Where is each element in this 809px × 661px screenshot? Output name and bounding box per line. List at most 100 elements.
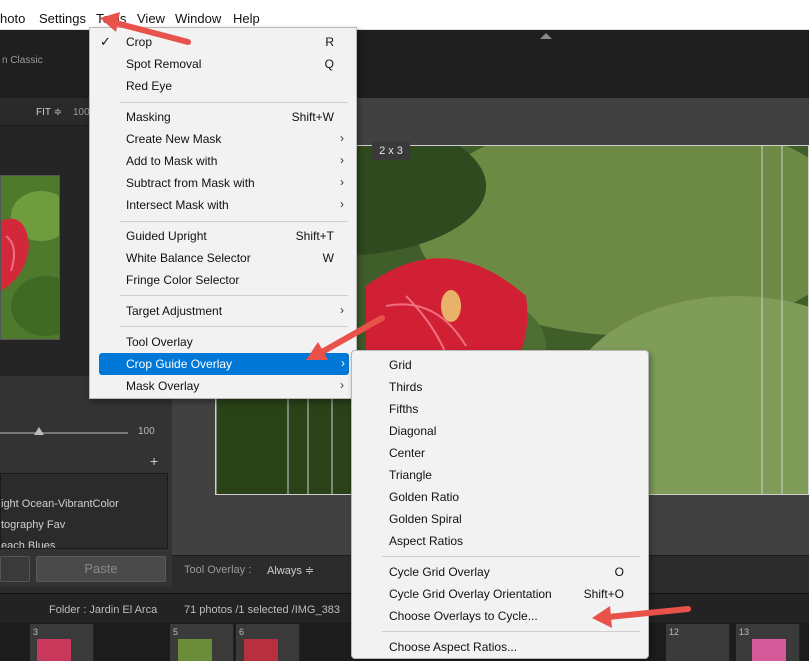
submenu-item-choose-overlays[interactable]: Choose Overlays to Cycle... xyxy=(352,605,648,627)
menu-item-shortcut: R xyxy=(325,35,334,49)
menu-item-label: Fringe Color Selector xyxy=(126,273,240,287)
menu-item-mask-overlay[interactable]: Mask Overlay › xyxy=(90,375,356,397)
submenu-item-choose-aspect-ratios[interactable]: Choose Aspect Ratios... xyxy=(352,636,648,658)
menu-view[interactable]: View xyxy=(137,11,165,26)
menu-item-create-new-mask[interactable]: Create New Mask › xyxy=(90,128,356,150)
navigator-zoom[interactable]: 100 xyxy=(73,107,90,118)
chevron-right-icon: › xyxy=(340,197,344,211)
copy-button[interactable] xyxy=(0,556,30,582)
plus-icon[interactable]: + xyxy=(150,453,158,469)
menu-item-guided-upright[interactable]: Guided Upright Shift+T xyxy=(90,225,356,247)
menu-tools[interactable]: Tools xyxy=(96,11,126,26)
menu-item-crop[interactable]: ✓ Crop R xyxy=(90,31,356,53)
filmstrip-folder[interactable]: Folder : Jardin El Arca xyxy=(49,604,157,616)
navigator-thumbnail[interactable] xyxy=(0,175,60,340)
slider-track[interactable] xyxy=(0,432,128,434)
collapse-top-panel-icon[interactable] xyxy=(540,33,552,39)
menu-item-label: Mask Overlay xyxy=(126,379,200,393)
preset-item[interactable]: each Blues xyxy=(1,540,55,548)
submenu-item-center[interactable]: Center xyxy=(352,442,648,464)
submenu-item-label: Thirds xyxy=(389,380,423,394)
submenu-item-grid[interactable]: Grid xyxy=(352,354,648,376)
submenu-item-label: Golden Spiral xyxy=(389,512,462,526)
menu-item-masking[interactable]: Masking Shift+W xyxy=(90,106,356,128)
submenu-item-diagonal[interactable]: Diagonal xyxy=(352,420,648,442)
menu-bar: hoto Settings Tools View Window Help xyxy=(0,0,809,30)
submenu-item-golden-ratio[interactable]: Golden Ratio xyxy=(352,486,648,508)
filmstrip-thumb-image xyxy=(244,639,278,661)
tool-overlay-label: Tool Overlay : xyxy=(184,564,252,576)
tool-overlay-select[interactable]: Always ≑ xyxy=(267,564,314,577)
filmstrip-thumb-number: 12 xyxy=(669,627,680,637)
menu-window[interactable]: Window xyxy=(175,11,221,26)
filmstrip-thumb-image xyxy=(178,639,212,661)
chevron-right-icon: › xyxy=(340,303,344,317)
submenu-item-cycle-grid-orientation[interactable]: Cycle Grid Overlay Orientation Shift+O xyxy=(352,583,648,605)
submenu-item-label: Fifths xyxy=(389,402,419,416)
brand-text: n Classic xyxy=(2,55,43,66)
menu-separator xyxy=(120,326,348,327)
chevron-right-icon: › xyxy=(340,131,344,145)
chevron-right-icon: › xyxy=(340,378,344,392)
menu-settings[interactable]: Settings xyxy=(39,11,86,26)
submenu-item-aspect-ratios[interactable]: Aspect Ratios xyxy=(352,530,648,552)
submenu-item-label: Aspect Ratios xyxy=(389,534,464,548)
menu-separator xyxy=(120,221,348,222)
submenu-item-label: Golden Ratio xyxy=(389,490,460,504)
submenu-item-thirds[interactable]: Thirds xyxy=(352,376,648,398)
submenu-item-label: Choose Aspect Ratios... xyxy=(389,640,518,654)
menu-item-label: Guided Upright xyxy=(126,229,207,243)
menu-item-label: Subtract from Mask with xyxy=(126,176,255,190)
submenu-item-triangle[interactable]: Triangle xyxy=(352,464,648,486)
menu-help[interactable]: Help xyxy=(233,11,260,26)
menu-item-fringe-color-selector[interactable]: Fringe Color Selector xyxy=(90,269,356,291)
chevron-right-icon: › xyxy=(341,356,345,370)
menu-item-red-eye[interactable]: Red Eye xyxy=(90,75,356,97)
preset-item[interactable]: tography Fav xyxy=(1,519,65,531)
menu-item-label: Tool Overlay xyxy=(126,335,193,349)
navigator-fit[interactable]: FIT ≑ xyxy=(36,107,62,118)
submenu-item-label: Choose Overlays to Cycle... xyxy=(389,609,538,623)
menu-separator xyxy=(120,295,348,296)
menu-item-label: Crop Guide Overlay xyxy=(126,357,233,371)
crop-aspect-label: 2 x 3 xyxy=(372,142,410,160)
menu-item-crop-guide-overlay[interactable]: Crop Guide Overlay › xyxy=(99,353,349,375)
menu-item-add-to-mask[interactable]: Add to Mask with › xyxy=(90,150,356,172)
menu-separator xyxy=(120,102,348,103)
menu-separator xyxy=(382,556,640,557)
menu-item-label: Add to Mask with xyxy=(126,154,218,168)
filmstrip-thumb-number: 6 xyxy=(239,627,245,637)
menu-item-target-adjustment[interactable]: Target Adjustment › xyxy=(90,300,356,322)
menu-item-intersect-mask[interactable]: Intersect Mask with › xyxy=(90,194,356,216)
menu-item-label: Spot Removal xyxy=(126,57,202,71)
preset-item[interactable]: ight Ocean-VibrantColor xyxy=(1,498,119,510)
menu-item-spot-removal[interactable]: Spot Removal Q xyxy=(90,53,356,75)
submenu-item-fifths[interactable]: Fifths xyxy=(352,398,648,420)
tools-menu: ✓ Crop R Spot Removal Q Red Eye Masking … xyxy=(89,27,357,399)
submenu-item-label: Cycle Grid Overlay xyxy=(389,565,490,579)
submenu-item-label: Center xyxy=(389,446,426,460)
filmstrip-thumb-image xyxy=(37,639,71,661)
submenu-item-golden-spiral[interactable]: Golden Spiral xyxy=(352,508,648,530)
menu-item-white-balance-selector[interactable]: White Balance Selector W xyxy=(90,247,356,269)
check-icon: ✓ xyxy=(100,34,111,49)
submenu-item-label: Cycle Grid Overlay Orientation xyxy=(389,587,552,601)
preset-list: ight Ocean-VibrantColor tography Fav eac… xyxy=(0,473,168,549)
menu-item-label: White Balance Selector xyxy=(126,251,251,265)
menu-item-label: Masking xyxy=(126,110,171,124)
paste-button[interactable]: Paste xyxy=(36,556,166,582)
submenu-item-cycle-grid-overlay[interactable]: Cycle Grid Overlay O xyxy=(352,561,648,583)
submenu-item-label: Grid xyxy=(389,358,412,372)
slider-knob[interactable] xyxy=(34,427,44,435)
menu-item-subtract-from-mask[interactable]: Subtract from Mask with › xyxy=(90,172,356,194)
menu-item-label: Crop xyxy=(126,35,153,49)
menu-separator xyxy=(382,631,640,632)
menu-item-shortcut: Shift+T xyxy=(295,229,334,243)
menu-photo[interactable]: hoto xyxy=(0,11,25,26)
submenu-item-shortcut: Shift+O xyxy=(583,587,624,601)
filmstrip-thumb-number: 3 xyxy=(33,627,39,637)
menu-item-tool-overlay[interactable]: Tool Overlay xyxy=(90,331,356,353)
menu-item-shortcut: W xyxy=(322,251,334,265)
filmstrip-thumb-number: 5 xyxy=(173,627,179,637)
chevron-right-icon: › xyxy=(340,175,344,189)
